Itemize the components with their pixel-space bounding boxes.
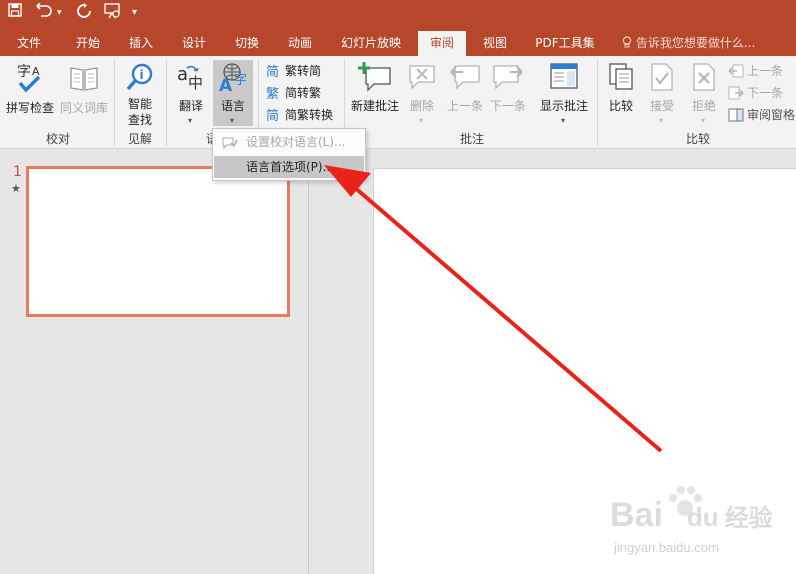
watermark-brand: Bai du 经验	[610, 496, 773, 534]
annotation-arrow-shaft	[344, 178, 663, 453]
annotation-arrow-head	[324, 165, 371, 197]
watermark-url: jingyan.baidu.com	[614, 540, 719, 555]
